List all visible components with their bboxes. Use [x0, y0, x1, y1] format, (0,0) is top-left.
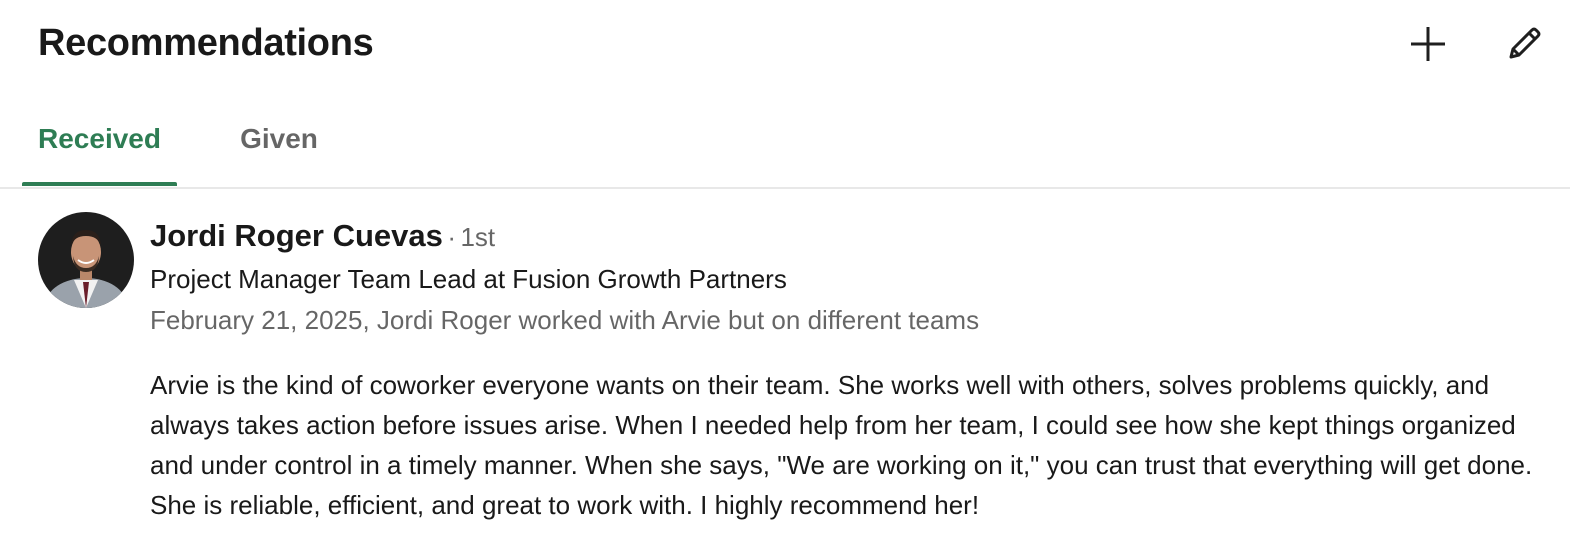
- divider: [0, 187, 1570, 189]
- add-recommendation-button[interactable]: [1398, 14, 1458, 74]
- pencil-icon: [1509, 27, 1541, 59]
- tab-selected-indicator: [22, 182, 177, 186]
- avatar-photo: [38, 212, 134, 308]
- plus-icon: [1411, 27, 1445, 61]
- recommendation-meta: February 21, 2025, Jordi Roger worked wi…: [150, 305, 980, 335]
- section-title: Recommendations: [38, 22, 374, 64]
- degree-separator: ·: [447, 222, 456, 252]
- tab-given[interactable]: Given: [222, 92, 336, 186]
- author-headline: Project Manager Team Lead at Fusion Grow…: [150, 264, 787, 294]
- author-line: Jordi Roger Cuevas · 1st: [150, 218, 495, 254]
- author-name[interactable]: Jordi Roger Cuevas: [150, 218, 443, 253]
- recommendation-text: Arvie is the kind of coworker everyone w…: [150, 370, 1533, 520]
- connection-degree: 1st: [460, 222, 496, 252]
- author-avatar[interactable]: [38, 212, 134, 308]
- edit-recommendations-button[interactable]: [1494, 14, 1554, 74]
- tab-received[interactable]: Received: [22, 92, 177, 186]
